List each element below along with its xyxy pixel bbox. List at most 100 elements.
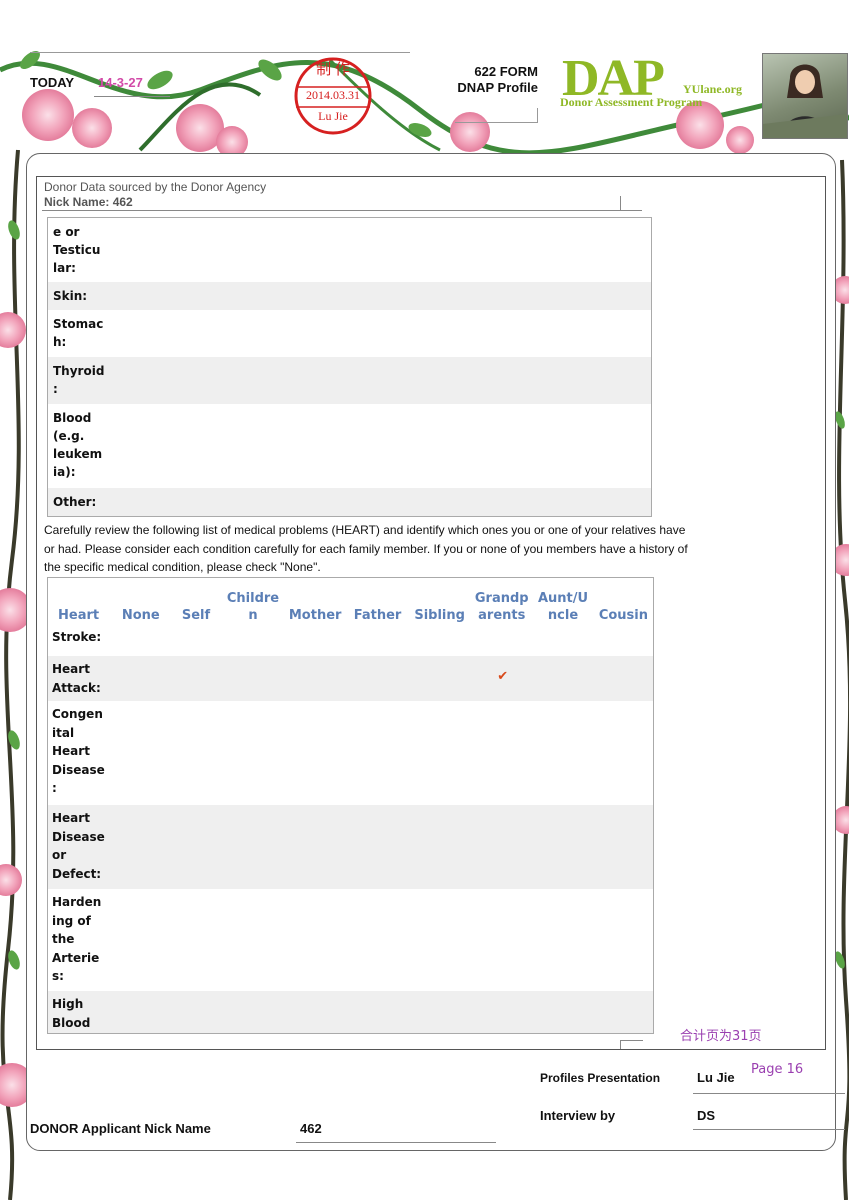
checkbox-cell[interactable] <box>471 805 532 889</box>
table-row: Congen ital Heart Disease : <box>48 701 653 805</box>
condition-label: e or Testicu lar: <box>53 225 101 275</box>
checkbox-cell[interactable] <box>223 656 284 701</box>
condition-label: Blood (e.g. leukem ia): <box>53 411 103 479</box>
applicant-underline <box>296 1142 496 1143</box>
interview-label: Interview by <box>540 1108 616 1123</box>
source-tick <box>620 196 643 210</box>
checkbox-cell[interactable] <box>408 991 471 1033</box>
checkbox-cell[interactable] <box>594 701 653 805</box>
checkbox-cell[interactable] <box>283 889 347 991</box>
col-header-cousin: Cousin <box>598 608 649 623</box>
condition-value-cell <box>108 218 651 283</box>
checkbox-cell[interactable] <box>283 701 347 805</box>
checkbox-cell[interactable] <box>223 805 284 889</box>
checkbox-cell[interactable] <box>283 991 347 1033</box>
page-number: Page 16 <box>751 1062 804 1077</box>
interviewer-underline <box>693 1129 845 1130</box>
checkbox-cell[interactable] <box>169 656 222 701</box>
checkbox-cell[interactable] <box>283 656 347 701</box>
nick-name: Nick Name: 462 <box>44 195 133 209</box>
heart-condition-label: High Blood <box>52 997 91 1030</box>
checkbox-cell[interactable] <box>532 656 594 701</box>
checkbox-cell[interactable] <box>169 805 222 889</box>
col-header-sibling: Sibling <box>414 608 465 623</box>
frame-corner-tick <box>620 1040 643 1049</box>
checkbox-cell[interactable] <box>169 889 222 991</box>
checkbox-cell[interactable] <box>223 624 284 656</box>
checkbox-cell[interactable] <box>169 624 222 656</box>
col-header-children: Childre n <box>226 591 280 623</box>
checkbox-cell[interactable] <box>471 701 532 805</box>
checkbox-cell[interactable] <box>408 656 471 701</box>
checkbox-cell[interactable] <box>594 624 653 656</box>
heart-table-frame: Heart None Self Childre n Mother Father … <box>47 577 654 1034</box>
checkbox-cell[interactable] <box>223 889 284 991</box>
checkbox-cell[interactable] <box>408 624 471 656</box>
presentation-label: Profiles Presentation <box>540 1071 661 1085</box>
checkbox-cell[interactable] <box>532 624 594 656</box>
heart-condition-label: Stroke: <box>52 630 102 644</box>
table-row: Thyroid : <box>47 357 652 404</box>
condition-label: Skin: <box>53 289 88 303</box>
checkbox-cell[interactable] <box>283 624 347 656</box>
checkbox-cell[interactable] <box>347 656 408 701</box>
checkbox-cell[interactable] <box>347 805 408 889</box>
checkbox-cell[interactable] <box>347 701 408 805</box>
checkbox-cell[interactable] <box>532 805 594 889</box>
instruction-text: Carefully review the following list of m… <box>44 523 688 574</box>
today-underline <box>94 96 170 97</box>
table-row: Stomac h: <box>48 310 652 357</box>
table-row: Heart Attack: ✔ <box>48 656 653 701</box>
interviewer-name: DS <box>697 1108 716 1123</box>
heart-conditions-table: Heart None Self Childre n Mother Father … <box>48 578 653 1033</box>
checkbox-cell[interactable] <box>594 805 653 889</box>
form-title: 622 FORM DNAP Profile <box>420 64 538 96</box>
stamp-date-text: 2014.03.31 <box>306 88 360 102</box>
checkbox-cell[interactable] <box>112 991 169 1033</box>
checkbox-cell[interactable] <box>347 991 408 1033</box>
checkbox-cell-grandparents[interactable]: ✔ <box>471 656 532 701</box>
checkbox-cell[interactable] <box>594 656 653 701</box>
checkbox-cell[interactable] <box>408 701 471 805</box>
checkbox-cell[interactable] <box>594 889 653 991</box>
checkbox-cell[interactable] <box>532 991 594 1033</box>
condition-label: Thyroid : <box>53 364 105 396</box>
col-header-none: None <box>121 608 160 623</box>
checkbox-cell[interactable] <box>112 701 169 805</box>
table-row: Harden ing of the Arterie s: <box>48 889 653 991</box>
checkbox-cell[interactable] <box>223 701 284 805</box>
checkbox-cell[interactable] <box>283 805 347 889</box>
table-row: Blood (e.g. leukem ia): <box>48 404 652 488</box>
checkbox-cell[interactable] <box>532 889 594 991</box>
condition-value-cell <box>108 310 651 357</box>
table-row: Heart Disease or Defect: <box>48 805 653 889</box>
col-header-aunt-uncle: Aunt/U ncle <box>537 591 589 623</box>
checkbox-cell[interactable] <box>112 889 169 991</box>
logo-subtitle: Donor Assessment Program <box>560 95 703 109</box>
col-header-heart: Heart <box>58 608 100 623</box>
checkbox-cell[interactable] <box>223 991 284 1033</box>
stamp-name-text: Lu Jie <box>318 109 348 123</box>
table-row: Stroke: <box>48 624 653 656</box>
checkbox-cell[interactable] <box>408 889 471 991</box>
checkbox-cell[interactable] <box>112 656 169 701</box>
checkbox-cell[interactable] <box>169 991 222 1033</box>
checkbox-cell[interactable] <box>594 991 653 1033</box>
checkbox-cell[interactable] <box>532 701 594 805</box>
checkbox-cell[interactable] <box>347 889 408 991</box>
checkbox-cell[interactable] <box>471 889 532 991</box>
applicant-label: DONOR Applicant Nick Name <box>30 1121 211 1136</box>
checkbox-cell[interactable] <box>408 805 471 889</box>
condition-label: Stomac h: <box>53 317 104 349</box>
medical-conditions-table: e or Testicu lar: Skin: Stomac h: Thyroi… <box>47 217 652 517</box>
checkbox-cell[interactable] <box>169 701 222 805</box>
checkbox-cell[interactable] <box>471 991 532 1033</box>
checkbox-cell[interactable] <box>112 624 169 656</box>
table-row: Other: <box>47 488 652 517</box>
heart-condition-label: Harden ing of the Arterie s: <box>52 895 102 983</box>
checkbox-cell[interactable] <box>471 624 532 656</box>
checkbox-cell[interactable] <box>347 624 408 656</box>
checkbox-cell[interactable] <box>112 805 169 889</box>
header-rule <box>30 52 410 53</box>
condition-value-cell <box>108 404 651 488</box>
